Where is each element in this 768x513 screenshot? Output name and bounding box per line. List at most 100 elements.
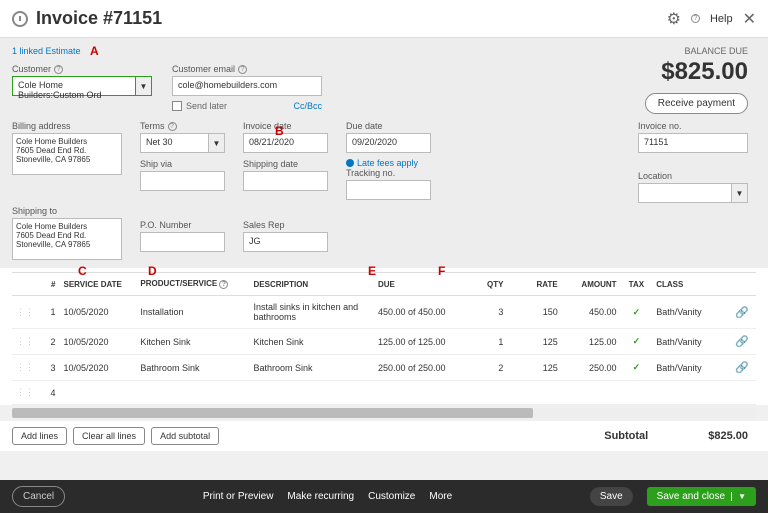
print-preview-link[interactable]: Print or Preview bbox=[203, 491, 274, 502]
late-fee-link[interactable]: Late fees apply bbox=[346, 158, 431, 168]
invoice-date-input[interactable]: 08/21/2020 bbox=[243, 133, 328, 153]
row-link[interactable]: 🔗 bbox=[731, 296, 756, 329]
row-qty[interactable]: 2 bbox=[467, 355, 508, 381]
terms-dropdown[interactable]: Net 30 ▼ bbox=[140, 133, 225, 153]
row-amount[interactable]: 450.00 bbox=[562, 296, 621, 329]
col-tax: TAX bbox=[621, 273, 653, 296]
row-qty[interactable]: 3 bbox=[467, 296, 508, 329]
line-items-area: C D E F # SERVICE DATE PRODUCT/SERVICE ?… bbox=[0, 268, 768, 405]
row-class[interactable]: Bath/Vanity bbox=[652, 296, 731, 329]
product-help-icon[interactable]: ? bbox=[219, 280, 228, 289]
link-icon[interactable]: 🔗 bbox=[735, 362, 749, 374]
row-amount[interactable]: 125.00 bbox=[562, 329, 621, 355]
save-button[interactable]: Save bbox=[590, 487, 633, 506]
row-rate[interactable] bbox=[507, 381, 561, 405]
shipping-date-input[interactable] bbox=[243, 171, 328, 191]
customer-help-icon[interactable]: ? bbox=[54, 65, 63, 74]
row-desc[interactable]: Install sinks in kitchen and bathrooms bbox=[250, 296, 374, 329]
table-row[interactable]: ⋮⋮310/05/2020Bathroom SinkBathroom Sink2… bbox=[12, 355, 756, 381]
header: Invoice #71151 ⚙ ? Help ✕ bbox=[0, 0, 768, 38]
add-subtotal-button[interactable]: Add subtotal bbox=[151, 427, 219, 445]
row-product[interactable]: Installation bbox=[136, 296, 249, 329]
sales-rep-input[interactable]: JG bbox=[243, 232, 328, 252]
row-product[interactable]: Bathroom Sink bbox=[136, 355, 249, 381]
location-value[interactable] bbox=[638, 183, 732, 203]
chevron-down-icon[interactable]: ▼ bbox=[732, 183, 748, 203]
clear-all-lines-button[interactable]: Clear all lines bbox=[73, 427, 145, 445]
horizontal-scrollbar[interactable] bbox=[12, 408, 756, 418]
shipping-address-input[interactable]: Cole Home Builders 7605 Dead End Rd. Sto… bbox=[12, 218, 122, 260]
table-row[interactable]: ⋮⋮110/05/2020InstallationInstall sinks i… bbox=[12, 296, 756, 329]
row-desc[interactable] bbox=[250, 381, 374, 405]
email-help-icon[interactable]: ? bbox=[238, 65, 247, 74]
row-desc[interactable]: Kitchen Sink bbox=[250, 329, 374, 355]
chevron-down-icon[interactable]: ▼ bbox=[731, 492, 746, 501]
po-label: P.O. Number bbox=[140, 220, 225, 230]
table-row[interactable]: ⋮⋮210/05/2020Kitchen SinkKitchen Sink125… bbox=[12, 329, 756, 355]
terms-help-icon[interactable]: ? bbox=[168, 122, 177, 131]
customer-email-input[interactable]: cole@homebuilders.com bbox=[172, 76, 322, 96]
scrollbar-thumb[interactable] bbox=[12, 408, 533, 418]
invoice-no-input[interactable]: 71151 bbox=[638, 133, 748, 153]
row-link[interactable]: 🔗 bbox=[731, 329, 756, 355]
row-rate[interactable]: 125 bbox=[507, 355, 561, 381]
cancel-button[interactable]: Cancel bbox=[12, 486, 65, 507]
ship-via-input[interactable] bbox=[140, 171, 225, 191]
close-icon[interactable]: ✕ bbox=[743, 9, 756, 29]
location-dropdown[interactable]: ▼ bbox=[638, 183, 748, 203]
row-date[interactable] bbox=[60, 381, 137, 405]
chevron-down-icon[interactable]: ▼ bbox=[209, 133, 225, 153]
gear-icon[interactable]: ⚙ bbox=[667, 9, 681, 29]
row-rate[interactable]: 150 bbox=[507, 296, 561, 329]
customize-link[interactable]: Customize bbox=[368, 491, 415, 502]
terms-value[interactable]: Net 30 bbox=[140, 133, 209, 153]
row-qty[interactable]: 1 bbox=[467, 329, 508, 355]
row-link[interactable]: 🔗 bbox=[731, 355, 756, 381]
row-desc[interactable]: Bathroom Sink bbox=[250, 355, 374, 381]
chevron-down-icon[interactable]: ▼ bbox=[136, 76, 152, 96]
help-link[interactable]: Help bbox=[710, 13, 733, 25]
drag-handle-icon[interactable]: ⋮⋮ bbox=[12, 296, 41, 329]
row-product[interactable]: Kitchen Sink bbox=[136, 329, 249, 355]
row-tax[interactable] bbox=[621, 381, 653, 405]
make-recurring-link[interactable]: Make recurring bbox=[287, 491, 354, 502]
customer-dropdown[interactable]: Cole Home Builders:Custom Ord ▼ bbox=[12, 76, 152, 96]
drag-handle-icon[interactable]: ⋮⋮ bbox=[12, 329, 41, 355]
row-class[interactable]: Bath/Vanity bbox=[652, 329, 731, 355]
terms-label: Terms bbox=[140, 121, 165, 131]
row-date[interactable]: 10/05/2020 bbox=[60, 329, 137, 355]
customer-value[interactable]: Cole Home Builders:Custom Ord bbox=[12, 76, 136, 96]
linked-estimate-link[interactable]: 1 linked Estimate bbox=[12, 46, 756, 56]
row-date[interactable]: 10/05/2020 bbox=[60, 296, 137, 329]
row-date[interactable]: 10/05/2020 bbox=[60, 355, 137, 381]
drag-handle-icon[interactable]: ⋮⋮ bbox=[12, 355, 41, 381]
due-date-input[interactable]: 09/20/2020 bbox=[346, 133, 431, 153]
add-lines-button[interactable]: Add lines bbox=[12, 427, 67, 445]
save-and-close-button[interactable]: Save and close ▼ bbox=[647, 487, 756, 506]
send-later-checkbox[interactable] bbox=[172, 101, 182, 111]
link-icon[interactable]: 🔗 bbox=[735, 336, 749, 348]
link-icon[interactable]: 🔗 bbox=[735, 307, 749, 319]
row-amount[interactable]: 250.00 bbox=[562, 355, 621, 381]
table-row[interactable]: ⋮⋮4 bbox=[12, 381, 756, 405]
receive-payment-button[interactable]: Receive payment bbox=[645, 93, 748, 114]
row-tax[interactable]: ✓ bbox=[621, 329, 653, 355]
row-rate[interactable]: 125 bbox=[507, 329, 561, 355]
row-tax[interactable]: ✓ bbox=[621, 296, 653, 329]
more-link[interactable]: More bbox=[429, 491, 452, 502]
row-class[interactable]: Bath/Vanity bbox=[652, 355, 731, 381]
row-qty[interactable] bbox=[467, 381, 508, 405]
billing-address-input[interactable]: Cole Home Builders 7605 Dead End Rd. Sto… bbox=[12, 133, 122, 175]
drag-handle-icon[interactable]: ⋮⋮ bbox=[12, 381, 41, 405]
tracking-input[interactable] bbox=[346, 180, 431, 200]
invoice-date-label: Invoice date bbox=[243, 121, 328, 131]
row-product[interactable] bbox=[136, 381, 249, 405]
history-icon[interactable] bbox=[12, 11, 28, 27]
row-class[interactable] bbox=[652, 381, 731, 405]
ccbcc-link[interactable]: Cc/Bcc bbox=[293, 101, 322, 111]
help-qmark-icon[interactable]: ? bbox=[691, 14, 700, 23]
row-tax[interactable]: ✓ bbox=[621, 355, 653, 381]
row-link[interactable] bbox=[731, 381, 756, 405]
row-amount[interactable] bbox=[562, 381, 621, 405]
po-input[interactable] bbox=[140, 232, 225, 252]
